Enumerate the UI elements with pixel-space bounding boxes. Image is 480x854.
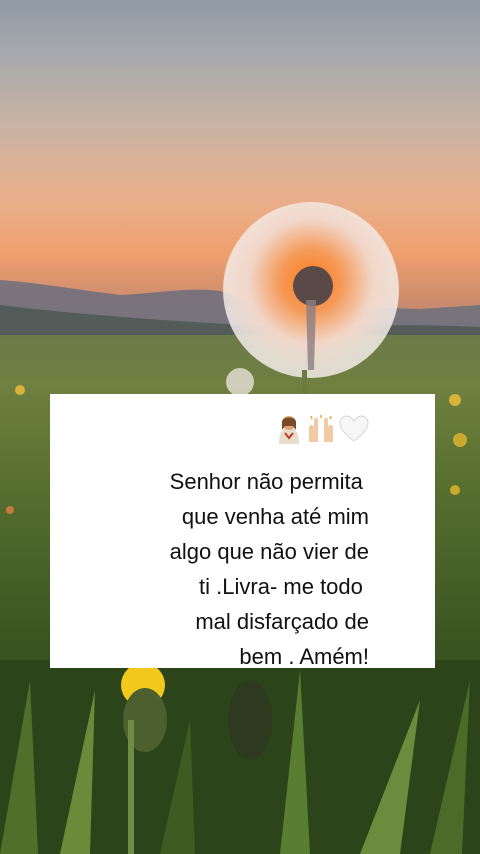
quote-line: Senhor não permita	[169, 469, 369, 494]
quote-line: bem . Amém!	[239, 644, 369, 669]
emoji-row	[275, 414, 369, 448]
quote-line: mal disfarçado de	[195, 609, 369, 634]
quote-card: Senhor não permita que venha até mim alg…	[50, 394, 435, 669]
quote-line: que venha até mim	[181, 504, 369, 529]
jesus-emoji-icon	[275, 414, 303, 449]
quote-text: Senhor não permita que venha até mim alg…	[69, 464, 369, 674]
dandelion-seed-head	[223, 202, 399, 378]
praising-hands-emoji-icon	[306, 414, 336, 449]
quote-line: algo que não vier de	[169, 539, 369, 564]
quote-line: ti .Livra- me todo	[199, 574, 369, 599]
foreground-grass	[0, 660, 480, 854]
white-heart-emoji-icon	[339, 414, 369, 448]
